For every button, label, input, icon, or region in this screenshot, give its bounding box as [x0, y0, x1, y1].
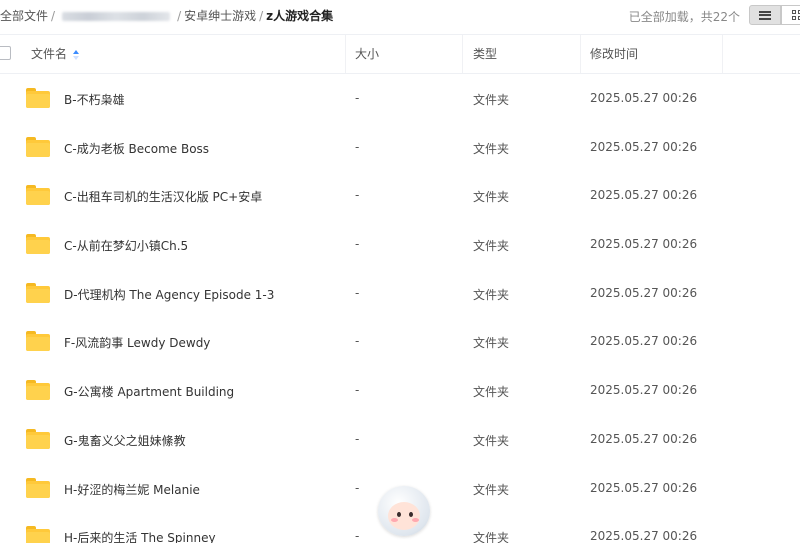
file-row[interactable]: F-风流韵事 Lewdy Dewdy - 文件夹 2025.05.27 00:2… [0, 317, 800, 366]
file-modified: 2025.05.27 00:26 [590, 431, 698, 446]
file-type: 文件夹 [473, 433, 510, 448]
file-name[interactable]: F-风流韵事 Lewdy Dewdy [64, 334, 210, 351]
load-status: 已全部加载，共22个 [628, 10, 740, 24]
column-name[interactable]: 文件名 [31, 35, 80, 73]
folder-icon [26, 185, 50, 206]
select-all-checkbox[interactable] [0, 46, 11, 60]
file-modified: 2025.05.27 00:26 [590, 529, 698, 543]
file-size: - [355, 91, 360, 105]
file-size: - [355, 529, 360, 543]
column-name-label: 文件名 [31, 47, 68, 61]
file-row[interactable]: D-代理机构 The Agency Episode 1-3 - 文件夹 2025… [0, 269, 800, 318]
breadcrumb-separator: / [259, 9, 264, 23]
column-size[interactable]: 大小 [355, 35, 379, 73]
file-modified: 2025.05.27 00:26 [590, 383, 698, 398]
file-name[interactable]: C-从前在梦幻小镇Ch.5 [64, 237, 188, 254]
grid-view-button[interactable] [781, 5, 800, 25]
file-type: 文件夹 [473, 287, 510, 302]
file-size: - [355, 139, 360, 154]
file-row[interactable]: C-从前在梦幻小镇Ch.5 - 文件夹 2025.05.27 00:26 [0, 220, 800, 269]
folder-icon [26, 331, 50, 352]
file-row[interactable]: C-成为老板 Become Boss - 文件夹 2025.05.27 00:2… [0, 123, 800, 172]
file-list: B-不朽枭雄 - 文件夹 2025.05.27 00:26 C-成为老板 Bec… [0, 74, 800, 543]
file-row[interactable]: C-出租车司机的生活汉化版 PC+安卓 - 文件夹 2025.05.27 00:… [0, 171, 800, 220]
breadcrumb-current: z人游戏合集 [266, 9, 334, 23]
file-size: - [355, 431, 360, 446]
grid-icon [792, 10, 800, 20]
file-type: 文件夹 [473, 385, 510, 400]
column-type[interactable]: 类型 [473, 35, 497, 73]
folder-icon [26, 234, 50, 255]
column-size-label: 大小 [355, 47, 380, 61]
file-type: 文件夹 [473, 336, 510, 351]
file-name[interactable]: D-代理机构 The Agency Episode 1-3 [64, 286, 274, 303]
file-size: - [355, 188, 360, 203]
file-modified: 2025.05.27 00:26 [590, 188, 698, 203]
folder-icon [26, 526, 50, 543]
folder-icon [26, 282, 50, 303]
list-view-button[interactable] [749, 5, 781, 25]
file-modified: 2025.05.27 00:26 [590, 480, 698, 495]
file-row[interactable]: G-鬼畜义父之姐妹絛教 - 文件夹 2025.05.27 00:26 [0, 415, 800, 464]
breadcrumb-root[interactable]: 全部文件 [0, 9, 48, 23]
folder-icon [26, 88, 50, 108]
file-type: 文件夹 [473, 482, 510, 497]
file-row[interactable]: B-不朽枭雄 - 文件夹 2025.05.27 00:26 [0, 74, 800, 123]
file-modified: 2025.05.27 00:26 [590, 334, 698, 349]
file-type: 文件夹 [473, 141, 510, 156]
breadcrumb-separator: / [51, 9, 56, 23]
breadcrumb-blurred-segment[interactable] [62, 12, 171, 21]
file-size: - [355, 285, 360, 300]
file-size: - [355, 383, 360, 398]
top-bar: 全部文件 / / 安卓绅士游戏 / z人游戏合集 已全部加载，共22个 [0, 0, 800, 32]
file-type: 文件夹 [473, 190, 510, 205]
file-size: - [355, 480, 360, 495]
folder-icon [26, 477, 50, 498]
file-modified: 2025.05.27 00:26 [590, 91, 698, 105]
file-size: - [355, 334, 360, 349]
file-name[interactable]: G-公寓楼 Apartment Building [64, 383, 234, 400]
assistant-mascot-icon[interactable] [376, 486, 434, 540]
file-row[interactable]: G-公寓楼 Apartment Building - 文件夹 2025.05.2… [0, 366, 800, 415]
file-size: - [355, 237, 360, 252]
file-modified: 2025.05.27 00:26 [590, 139, 698, 154]
file-type: 文件夹 [473, 531, 510, 543]
column-type-label: 类型 [473, 47, 498, 61]
column-modified-label: 修改时间 [590, 47, 639, 61]
folder-icon [26, 428, 50, 449]
breadcrumb-parent[interactable]: 安卓绅士游戏 [184, 9, 256, 23]
file-modified: 2025.05.27 00:26 [590, 285, 698, 300]
folder-icon [26, 380, 50, 401]
file-name[interactable]: H-好涩的梅兰妮 Melanie [64, 481, 200, 498]
file-name[interactable]: B-不朽枭雄 [64, 91, 125, 108]
column-header: 文件名 大小 类型 修改时间 [0, 34, 800, 74]
file-type: 文件夹 [473, 93, 510, 107]
file-name[interactable]: H-后来的生活 The Spinney [64, 529, 216, 543]
file-modified: 2025.05.27 00:26 [590, 237, 698, 252]
breadcrumb: 全部文件 / / 安卓绅士游戏 / z人游戏合集 [0, 7, 333, 24]
column-modified[interactable]: 修改时间 [590, 35, 638, 73]
file-name[interactable]: C-出租车司机的生活汉化版 PC+安卓 [64, 188, 262, 205]
sort-icon[interactable] [73, 49, 80, 60]
file-name[interactable]: G-鬼畜义父之姐妹絛教 [64, 432, 186, 449]
breadcrumb-separator: / [177, 9, 182, 23]
file-name[interactable]: C-成为老板 Become Boss [64, 140, 209, 157]
folder-icon [26, 136, 50, 157]
file-type: 文件夹 [473, 239, 510, 254]
list-icon [759, 10, 771, 20]
